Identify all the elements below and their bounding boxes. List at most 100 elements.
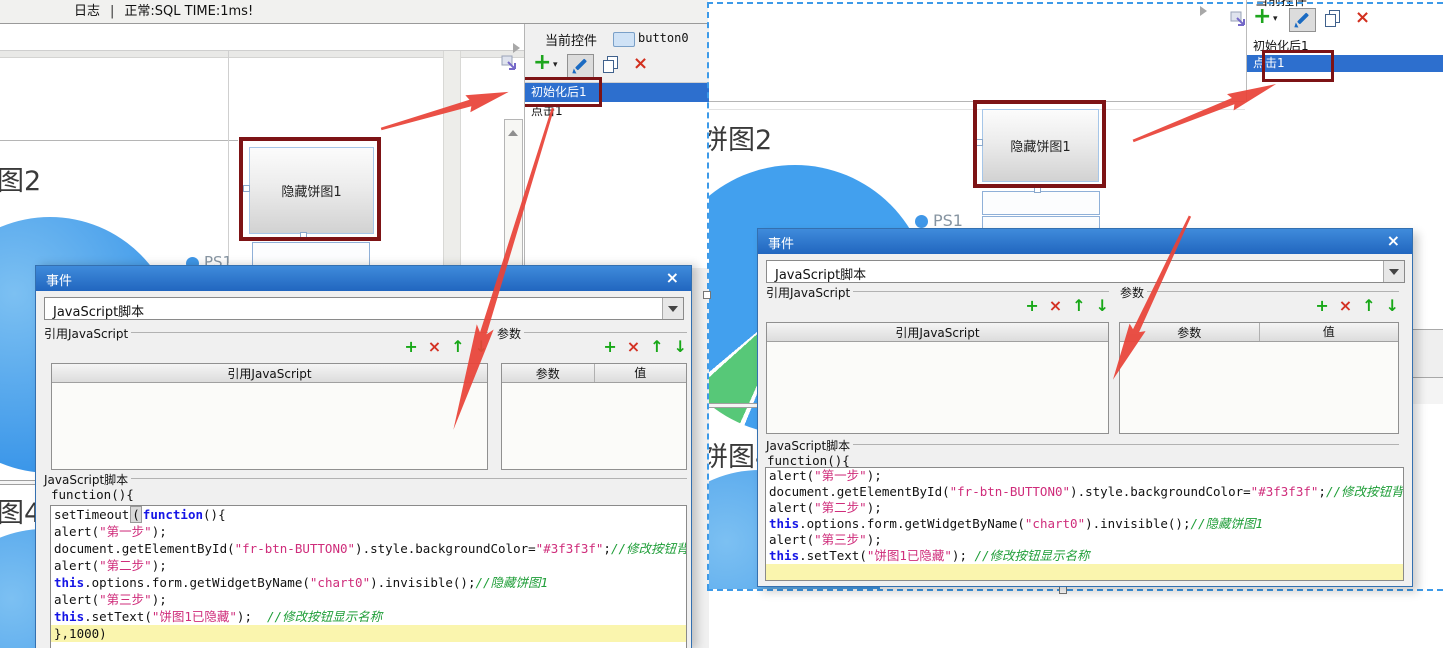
up-icon[interactable]: ↑ bbox=[1072, 297, 1085, 315]
table-header: 引用JavaScript bbox=[52, 364, 487, 383]
event-list-item[interactable]: 初始化后1 bbox=[1247, 38, 1443, 55]
add-event-button[interactable]: + bbox=[533, 50, 551, 75]
resize-handle[interactable] bbox=[976, 139, 983, 146]
dropdown-button[interactable] bbox=[1383, 261, 1404, 282]
remove-icon[interactable]: × bbox=[428, 338, 441, 356]
panel-collapse-icon[interactable] bbox=[513, 43, 520, 53]
params-toolbar: + × ↑ ↓ bbox=[565, 338, 687, 356]
widget-name: button0 bbox=[638, 31, 689, 45]
copy-event-button[interactable] bbox=[603, 56, 618, 76]
event-list-item[interactable]: 点击1 bbox=[525, 102, 709, 121]
pencil-icon bbox=[574, 59, 588, 73]
up-icon[interactable]: ↑ bbox=[451, 338, 464, 356]
legend-dot-icon bbox=[915, 215, 928, 228]
layout-column-gap bbox=[443, 51, 461, 265]
delete-event-button[interactable]: × bbox=[1355, 7, 1370, 28]
up-icon[interactable]: ↑ bbox=[1362, 297, 1375, 315]
resize-handle[interactable] bbox=[1034, 186, 1041, 193]
script-editor[interactable]: alert("第一步"); document.getElementById("fr… bbox=[765, 467, 1404, 581]
params-table[interactable]: 参数 值 bbox=[1119, 322, 1399, 434]
dialog-titlebar[interactable]: 事件 × bbox=[758, 229, 1412, 254]
down-icon[interactable]: ↓ bbox=[1096, 297, 1109, 315]
code-line bbox=[766, 564, 1403, 580]
add-event-button[interactable]: + bbox=[1253, 4, 1271, 29]
background-panel-row bbox=[1412, 378, 1443, 404]
group-border bbox=[44, 478, 687, 479]
widget-smart-tag-icon[interactable] bbox=[1230, 11, 1248, 29]
code-line: alert("第三步"); bbox=[769, 532, 882, 547]
params-toolbar: + × ↑ ↓ bbox=[1277, 297, 1399, 315]
group-label: JavaScript脚本 bbox=[41, 471, 132, 488]
button-widget-icon bbox=[613, 32, 635, 47]
code-line: document.getElementById("fr-btn-BUTTON0"… bbox=[54, 541, 686, 556]
script-editor[interactable]: setTimeout(function(){alert("第一步"); docum… bbox=[50, 505, 687, 648]
chart-widget-outline[interactable] bbox=[252, 242, 370, 266]
dropdown-button[interactable] bbox=[662, 298, 683, 319]
hide-pie-button-widget[interactable]: 隐藏饼图1 bbox=[249, 147, 374, 234]
group-label: JavaScript脚本 bbox=[763, 437, 854, 454]
layout-guide-line bbox=[228, 51, 229, 263]
down-icon[interactable]: ↓ bbox=[475, 338, 488, 356]
chevron-down-icon bbox=[668, 306, 678, 312]
table-header: 引用JavaScript bbox=[767, 323, 1108, 342]
group-border bbox=[766, 444, 1399, 445]
code-line: alert("第二步"); bbox=[54, 558, 167, 573]
dialog-title: 事件 bbox=[768, 237, 795, 252]
resize-handle[interactable] bbox=[243, 185, 250, 192]
selection-handle[interactable] bbox=[1059, 586, 1067, 594]
reference-js-table[interactable]: 引用JavaScript bbox=[51, 363, 488, 470]
remove-icon[interactable]: × bbox=[1049, 297, 1062, 315]
function-head: function(){ bbox=[767, 453, 850, 468]
event-list-item[interactable]: 初始化后1 bbox=[525, 83, 709, 102]
group-label: 引用JavaScript bbox=[763, 284, 854, 301]
event-type-dropdown[interactable]: JavaScript脚本 bbox=[766, 260, 1405, 283]
scroll-up-icon[interactable] bbox=[508, 130, 518, 136]
dialog-titlebar[interactable]: 事件 × bbox=[36, 266, 691, 291]
selection-handle[interactable] bbox=[703, 291, 711, 299]
resize-handle[interactable] bbox=[300, 232, 307, 239]
layout-guide-line bbox=[0, 140, 238, 141]
close-icon[interactable]: × bbox=[1387, 231, 1400, 250]
group-label: 参数 bbox=[1117, 284, 1148, 301]
close-icon[interactable]: × bbox=[666, 268, 679, 287]
event-dialog: 事件 × JavaScript脚本 引用JavaScript + × ↑ ↓ 引用Ja… bbox=[35, 265, 692, 648]
edit-event-button[interactable] bbox=[1289, 8, 1316, 32]
widget-smart-tag-icon[interactable] bbox=[501, 55, 519, 73]
code-line: alert("第一步"); bbox=[769, 468, 882, 483]
event-list-item[interactable]: 点击1 bbox=[1247, 55, 1443, 72]
chart-widget-outline[interactable] bbox=[982, 191, 1100, 215]
app-root: 日志 | 正常:SQL TIME:1ms! 图2 图4 PS1 隐藏饼图1 当前控件… bbox=[0, 0, 1443, 648]
group-border bbox=[496, 332, 687, 333]
log-label: 日志 bbox=[74, 4, 101, 19]
code-line: this.setText("饼图1已隐藏"); //修改按钮显示名称 bbox=[769, 548, 1090, 563]
layout-guide-line bbox=[709, 101, 1245, 102]
function-head: function(){ bbox=[51, 487, 134, 502]
code-line: setTimeout(function(){ bbox=[54, 506, 226, 523]
group-label: 参数 bbox=[494, 325, 525, 342]
reference-toolbar: + × ↑ ↓ bbox=[987, 297, 1109, 315]
delete-event-button[interactable]: × bbox=[633, 53, 648, 74]
params-table[interactable]: 参数 值 bbox=[501, 363, 687, 470]
current-widget-label: 当前控件 bbox=[545, 34, 598, 49]
remove-icon[interactable]: × bbox=[1339, 297, 1352, 315]
down-icon[interactable]: ↓ bbox=[1386, 297, 1399, 315]
dialog-title: 事件 bbox=[46, 274, 73, 289]
hide-pie-button-widget[interactable]: 隐藏饼图1 bbox=[982, 109, 1099, 182]
chevron-down-icon[interactable]: ▾ bbox=[553, 60, 558, 70]
add-icon[interactable]: + bbox=[1025, 297, 1038, 315]
reference-js-table[interactable]: 引用JavaScript bbox=[766, 322, 1109, 434]
add-icon[interactable]: + bbox=[603, 338, 616, 356]
add-icon[interactable]: + bbox=[404, 338, 417, 356]
toolbar-band bbox=[0, 24, 524, 51]
chevron-down-icon[interactable]: ▾ bbox=[1273, 14, 1278, 24]
down-icon[interactable]: ↓ bbox=[674, 338, 687, 356]
edit-event-button[interactable] bbox=[567, 54, 594, 78]
panel-collapse-icon[interactable] bbox=[1200, 6, 1207, 16]
event-type-dropdown[interactable]: JavaScript脚本 bbox=[44, 297, 684, 320]
copy-event-button[interactable] bbox=[1325, 10, 1340, 30]
add-icon[interactable]: + bbox=[1315, 297, 1328, 315]
up-icon[interactable]: ↑ bbox=[650, 338, 663, 356]
event-list: 初始化后1 点击1 bbox=[525, 83, 709, 268]
background-panel-row bbox=[1412, 330, 1443, 377]
remove-icon[interactable]: × bbox=[627, 338, 640, 356]
